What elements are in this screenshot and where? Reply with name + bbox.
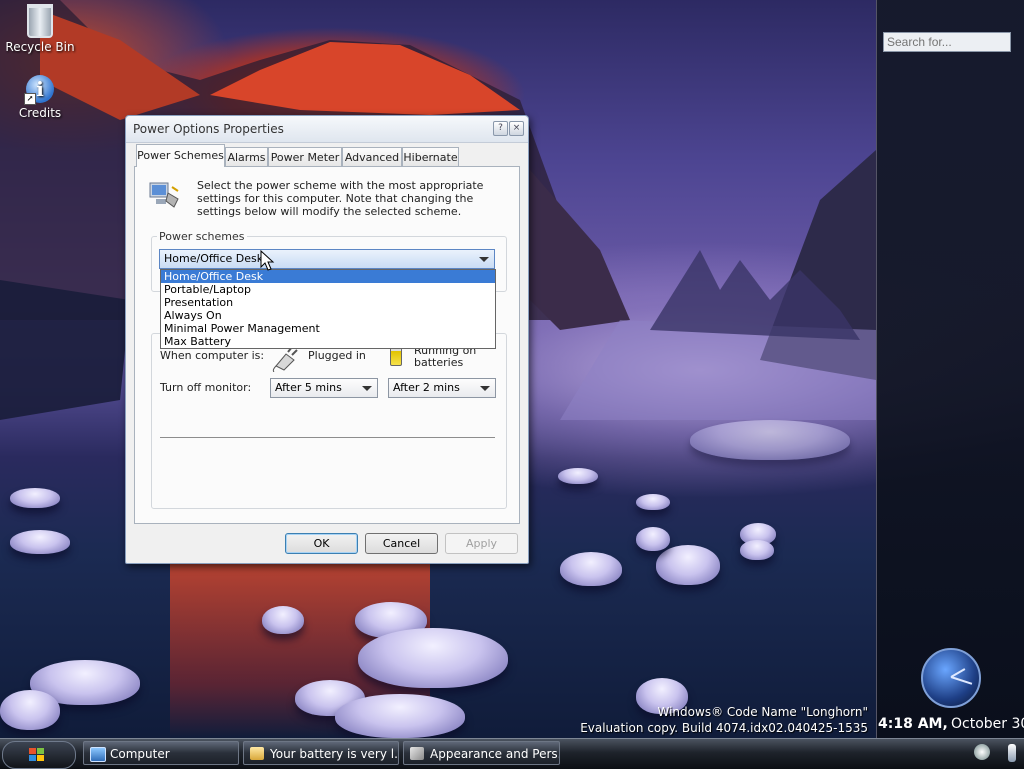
snow-rock (0, 690, 60, 730)
scheme-option-home-office-desk[interactable]: Home/Office Desk (161, 270, 495, 283)
windows-flag-icon (29, 748, 45, 762)
dialog-titlebar[interactable]: Power Options Properties ? × (126, 116, 528, 143)
chevron-down-icon[interactable] (362, 386, 372, 391)
battery-icon[interactable] (1008, 744, 1016, 762)
computer-icon (90, 747, 106, 762)
build-watermark: Windows® Code Name "Longhorn" Evaluation… (580, 704, 868, 736)
batteries-label-line-2: batteries (414, 356, 464, 369)
power-scheme-dropdown[interactable]: Home/Office Desk (159, 249, 495, 269)
power-options-dialog: Power Options Properties ? × Power Schem… (125, 115, 529, 564)
snow-rock (690, 420, 850, 460)
clock-icon[interactable] (921, 648, 981, 708)
scheme-option-presentation[interactable]: Presentation (161, 296, 495, 309)
folder-icon (250, 747, 264, 760)
desktop-icon-label: Recycle Bin (5, 40, 75, 54)
cancel-button[interactable]: Cancel (365, 533, 438, 554)
taskbar-button-label: Your battery is very l... (270, 747, 399, 761)
when-computer-is-label: When computer is: (160, 349, 265, 362)
chevron-down-icon[interactable] (480, 386, 490, 391)
scheme-option-max-battery[interactable]: Max Battery (161, 335, 495, 348)
snow-rock (636, 494, 670, 510)
ok-button[interactable]: OK (285, 533, 358, 554)
volume-icon[interactable] (974, 744, 990, 760)
plugged-in-label: Plugged in (308, 349, 366, 362)
taskbar-button-label: Appearance and Pers... (430, 747, 560, 761)
power-schemes-label: Power schemes (157, 230, 247, 243)
taskbar-button-appearance[interactable]: Appearance and Pers... (403, 741, 560, 765)
dialog-title: Power Options Properties (133, 122, 284, 136)
tab-alarms[interactable]: Alarms (225, 147, 268, 166)
tab-advanced[interactable]: Advanced (342, 147, 402, 166)
turn-off-monitor-label: Turn off monitor: (160, 381, 252, 394)
scheme-option-portable-laptop[interactable]: Portable/Laptop (161, 283, 495, 296)
power-scheme-selected: Home/Office Desk (164, 252, 264, 265)
scheme-option-always-on[interactable]: Always On (161, 309, 495, 322)
tab-power-meter[interactable]: Power Meter (268, 147, 342, 166)
snow-rock (262, 606, 304, 634)
watermark-line-2: Evaluation copy. Build 4074.idx02.040425… (580, 721, 868, 735)
monitor-battery-value: After 2 mins (393, 381, 460, 394)
chevron-down-icon[interactable] (479, 257, 489, 262)
power-scheme-list[interactable]: Home/Office Desk Portable/Laptop Present… (160, 269, 496, 349)
mouse-cursor-icon (260, 250, 275, 271)
snow-rock (656, 545, 720, 585)
snow-rock (10, 530, 70, 554)
snow-rock (358, 628, 508, 688)
desktop-icon-recycle-bin[interactable]: Recycle Bin (0, 2, 80, 54)
sidebar-search-input[interactable] (883, 32, 1011, 52)
snow-rock (335, 694, 465, 738)
close-button[interactable]: × (509, 121, 524, 136)
taskbar-button-label: Computer (110, 747, 170, 761)
sidebar-time: 4:18 AM, (878, 716, 948, 732)
taskbar-button-computer[interactable]: Computer (83, 741, 239, 765)
shortcut-arrow-icon: ↗ (24, 93, 36, 105)
sidebar (876, 0, 1024, 738)
monitor-battery-dropdown[interactable]: After 2 mins (388, 378, 496, 398)
desktop-icon-credits[interactable]: i ↗ Credits (0, 72, 80, 120)
taskbar: Computer Your battery is very l... Appea… (0, 738, 1024, 769)
power-scheme-icon (149, 182, 179, 208)
snow-rock (560, 552, 622, 586)
sidebar-date: October 30 (951, 716, 1024, 732)
start-button[interactable] (2, 741, 76, 769)
recycle-bin-icon (27, 4, 53, 38)
monitor-plugged-value: After 5 mins (275, 381, 342, 394)
separator-line (160, 437, 495, 438)
help-button[interactable]: ? (493, 121, 508, 136)
scheme-option-minimal-power[interactable]: Minimal Power Management (161, 322, 495, 335)
scheme-description: Select the power scheme with the most ap… (197, 179, 484, 218)
watermark-line-1: Windows® Code Name "Longhorn" (657, 705, 869, 719)
info-icon: i ↗ (24, 75, 54, 105)
desktop-icon-label: Credits (18, 106, 62, 120)
control-panel-icon (410, 747, 424, 760)
monitor-plugged-dropdown[interactable]: After 5 mins (270, 378, 378, 398)
snow-rock (558, 468, 598, 484)
clock-minute-hand (950, 676, 973, 685)
snow-rock (636, 527, 670, 551)
tab-power-schemes[interactable]: Power Schemes (136, 144, 225, 167)
snow-rock (10, 488, 60, 508)
snow-rock (740, 540, 774, 560)
apply-button[interactable]: Apply (445, 533, 518, 554)
tab-hibernate[interactable]: Hibernate (402, 147, 459, 166)
taskbar-button-battery-warning[interactable]: Your battery is very l... (243, 741, 399, 765)
